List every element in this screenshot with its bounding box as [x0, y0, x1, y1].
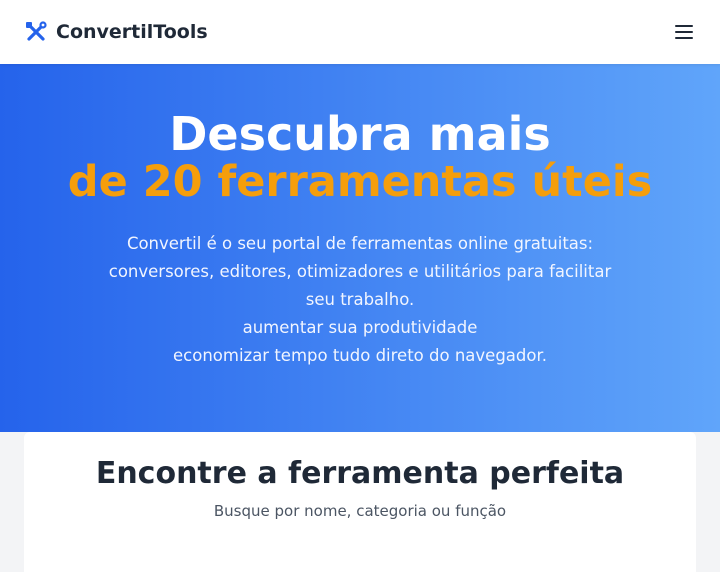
menu-bar — [675, 37, 693, 39]
hero-description-line: aumentar sua produtividade — [242, 318, 478, 337]
hero-description-line: conversores, editores, otimizadores e ut… — [108, 262, 612, 281]
search-section-title: Encontre a ferramenta perfeita — [95, 456, 625, 491]
menu-bar — [675, 25, 693, 27]
hero-title: Descubra mais de 20 ferramentas úteis — [0, 64, 720, 206]
search-section-subtitle: Busque por nome, categoria ou função — [213, 502, 507, 520]
hamburger-menu-icon[interactable] — [672, 20, 696, 44]
hero-section: Descubra mais de 20 ferramentas úteis Co… — [0, 64, 720, 432]
tools-icon — [26, 21, 47, 41]
hero-description-line: economizar tempo tudo direto do navegado… — [173, 346, 547, 365]
navbar: ConvertilTools — [0, 0, 720, 64]
brand-name: ConvertilTools — [56, 21, 208, 43]
hero-description: Convertil é o seu portal de ferramentas … — [65, 230, 655, 370]
menu-bar — [675, 31, 693, 33]
hero-description-line: seu trabalho. — [305, 290, 415, 309]
hero-description-line: Convertil é o seu portal de ferramentas … — [126, 234, 594, 253]
search-section: Encontre a ferramenta perfeita Busque po… — [24, 432, 696, 572]
brand-logo-link[interactable]: ConvertilTools — [24, 20, 208, 44]
hero-title-line1: Descubra mais — [169, 107, 551, 161]
hero-title-highlight: de 20 ferramentas úteis — [67, 157, 653, 207]
